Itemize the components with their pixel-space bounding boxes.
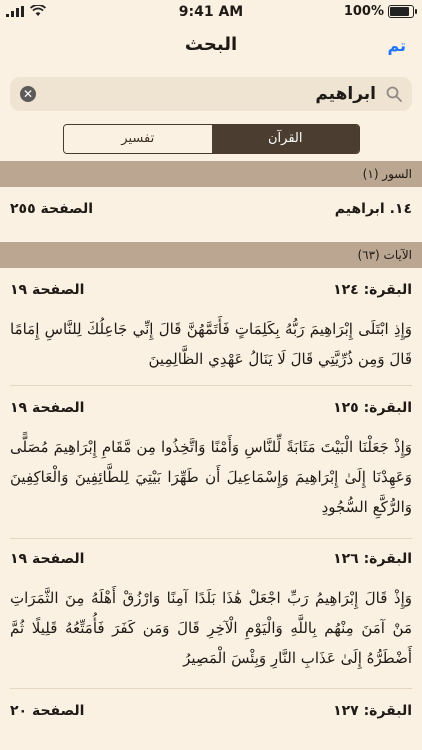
clear-icon[interactable]: ✕ xyxy=(20,86,36,102)
ayah-page: الصفحة ١٩ xyxy=(10,400,85,416)
surah-result-row[interactable]: ١٤. ابراهيم الصفحة ٢٥٥ xyxy=(0,187,422,241)
battery-percent: 100% xyxy=(343,4,384,19)
ayah-reference: البقرة: ١٢٧ xyxy=(333,703,412,719)
ayah-reference: البقرة: ١٢٥ xyxy=(333,400,412,416)
section-header-ayat: الآيات (٦٣) xyxy=(0,242,422,268)
ayah-result-row[interactable]: البقرة: ١٢٤ الصفحة ١٩ وَإِذِ ابْتَلَى إِ… xyxy=(0,268,422,386)
status-right: 100% xyxy=(343,4,417,19)
surah-title: ١٤. ابراهيم xyxy=(334,201,412,217)
done-button[interactable]: تم xyxy=(387,36,406,55)
scope-segmented-control: تفسير القرآن xyxy=(63,124,360,154)
ayah-text: وَإِذْ جَعَلْنَا الْبَيْتَ مَثَابَةً لِّ… xyxy=(10,438,412,516)
status-bar: 9:41 AM 100% xyxy=(0,0,422,24)
search-query: ابراهيم xyxy=(315,84,376,104)
ayah-text: وَإِذِ ابْتَلَى إِبْرَاهِيمَ رَبُّهُ بِك… xyxy=(10,320,412,368)
ayah-result-row[interactable]: البقرة: ١٢٥ الصفحة ١٩ وَإِذْ جَعَلْنَا ا… xyxy=(0,386,422,539)
ayah-page: الصفحة ١٩ xyxy=(10,551,85,567)
battery-icon xyxy=(388,5,417,18)
search-icon xyxy=(386,86,402,102)
battery-fill xyxy=(390,7,409,16)
ayah-reference: البقرة: ١٢٦ xyxy=(333,551,412,567)
ayah-page: الصفحة ١٩ xyxy=(10,282,85,298)
tab-quran[interactable]: القرآن xyxy=(211,125,359,153)
ayah-result-row[interactable]: البقرة: ١٢٦ الصفحة ١٩ وَإِذْ قَالَ إِبْر… xyxy=(0,539,422,689)
section-header-surahs: السور (١) xyxy=(0,161,422,187)
ayah-text: وَإِذْ قَالَ إِبْرَاهِيمُ رَبِّ اجْعَلْ … xyxy=(10,589,412,667)
surah-page: الصفحة ٢٥٥ xyxy=(10,201,94,217)
tab-tafsir[interactable]: تفسير xyxy=(64,125,212,153)
page-title: البحث xyxy=(184,34,238,55)
nav-bar: البحث تم xyxy=(0,24,422,68)
search-input[interactable]: ابراهيم ✕ xyxy=(10,77,412,111)
ayah-reference: البقرة: ١٢٤ xyxy=(333,282,412,298)
ayah-page: الصفحة ٢٠ xyxy=(10,703,85,719)
ayah-result-row[interactable]: البقرة: ١٢٧ الصفحة ٢٠ xyxy=(0,689,422,750)
